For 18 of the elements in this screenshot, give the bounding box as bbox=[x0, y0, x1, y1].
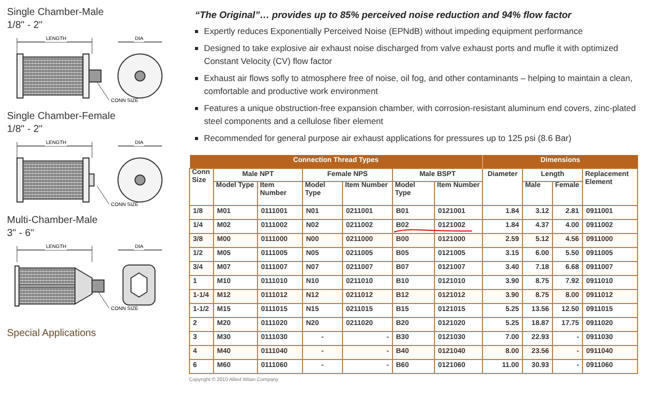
bullet-icon bbox=[195, 107, 198, 110]
bullet-text: Designed to take explosive air exhaust noise discharged from valve exhaust ports and mufle it with optimized Constant Velocity (CV) flow factor bbox=[204, 42, 620, 68]
size-range: 1/8" - 2" bbox=[7, 19, 44, 32]
size-range: 3" - 6" bbox=[7, 227, 36, 240]
bullet-text: Features a unique obstruction-free expansion chamber, with corrosion-resistant aluminum end covers, zinc-plated steel components and a cellulose fiber element bbox=[204, 102, 637, 128]
headline: “The Original”… provides up to 85% perceived noise reduction and 94% flow factor bbox=[195, 10, 573, 22]
bullet-text: Recommended for general purpose air exhaust applications for pressures up to 125 psi (8.6 Bar) bbox=[204, 132, 572, 145]
bullet-text: Exhaust air flows sofly to atmosphere free of noise, oil fog, and other contaminants – helping to maintain a clean, comfortable and productive work environment bbox=[204, 72, 634, 98]
bullet-icon bbox=[195, 30, 198, 33]
bullet-icon bbox=[195, 47, 198, 50]
special-applications-link[interactable]: Special Applications bbox=[7, 326, 183, 341]
size-range: 1/8" - 2" bbox=[7, 123, 44, 136]
product-title: Multi-Chamber-Male bbox=[7, 214, 99, 227]
product-title: Single Chamber-Male bbox=[7, 6, 105, 19]
bullet-icon bbox=[195, 137, 198, 140]
product-title: Single Chamber-Female bbox=[7, 110, 116, 123]
bullet-icon bbox=[195, 77, 198, 80]
bullet-text: Expertly reduces Exponentially Perceived Noise (EPNdB) without impeding equipment performance bbox=[204, 25, 583, 38]
